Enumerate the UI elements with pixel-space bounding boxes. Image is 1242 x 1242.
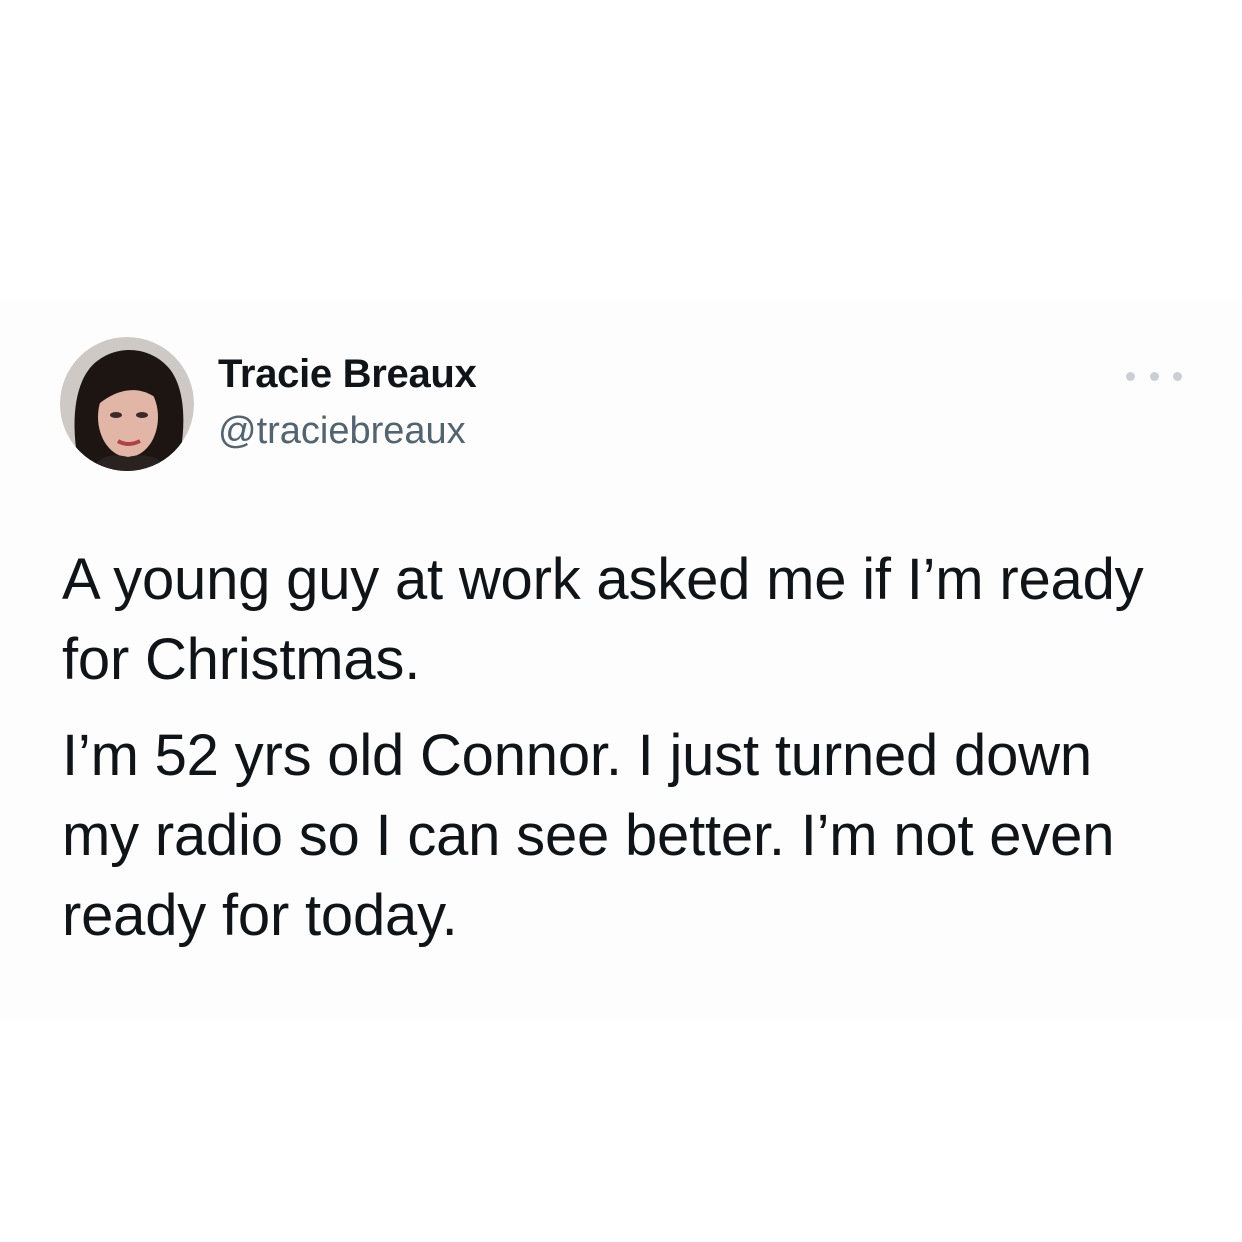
tweet-screenshot: Tracie Breaux @traciebreaux A young guy …	[0, 0, 1242, 1242]
tweet-text: A young guy at work asked me if I’m read…	[62, 540, 1182, 956]
author-display-name[interactable]: Tracie Breaux	[218, 352, 477, 397]
avatar-image	[60, 337, 194, 471]
more-options-icon[interactable]	[1126, 364, 1182, 388]
dot	[1126, 371, 1135, 381]
author-handle[interactable]: @traciebreaux	[218, 410, 466, 453]
dot	[1149, 371, 1159, 381]
dot	[1173, 371, 1182, 381]
tweet-paragraph: I’m 52 yrs old Connor. I just turned dow…	[62, 723, 1115, 948]
avatar[interactable]	[60, 337, 194, 471]
tweet-paragraph: A young guy at work asked me if I’m read…	[62, 547, 1144, 692]
